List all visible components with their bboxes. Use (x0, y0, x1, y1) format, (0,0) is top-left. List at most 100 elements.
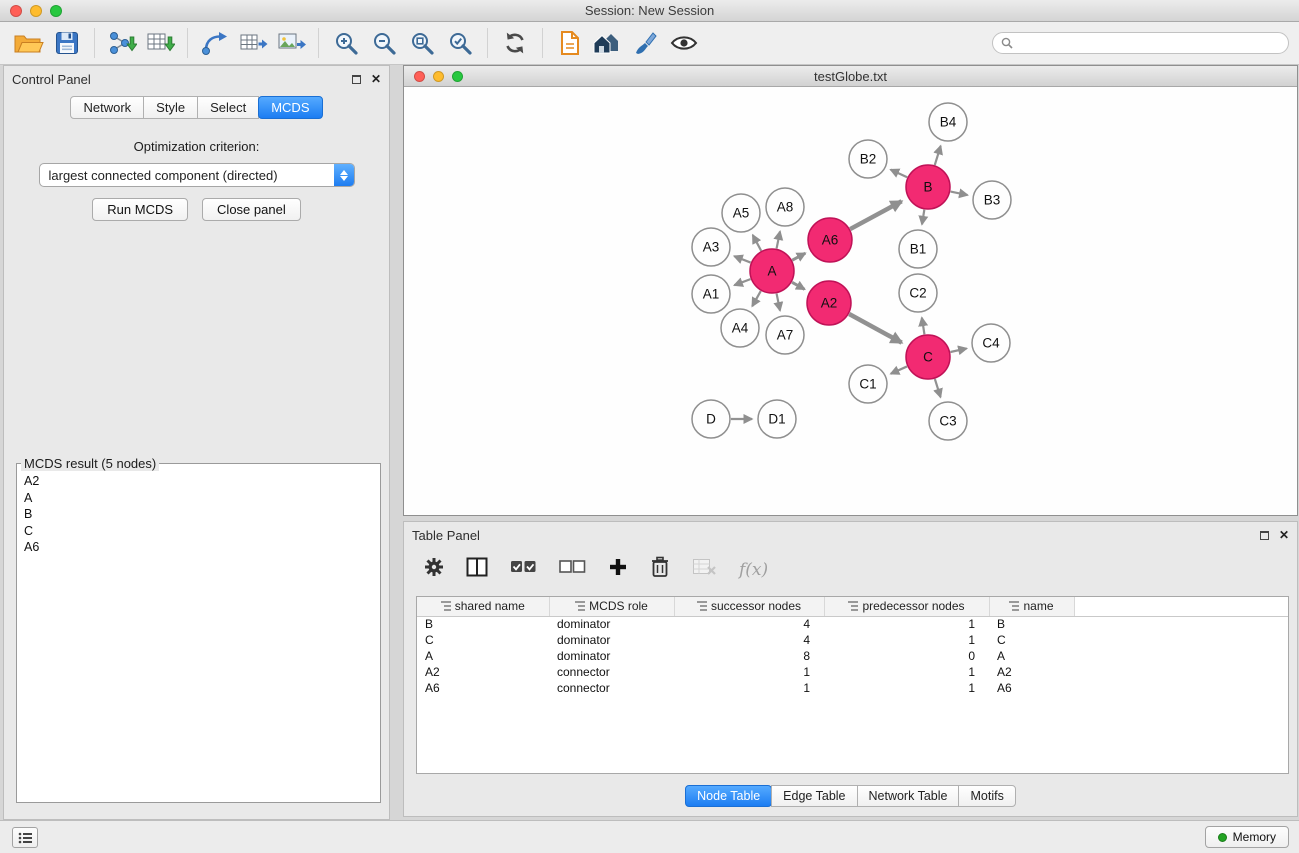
table-cell[interactable]: 1 (674, 664, 824, 680)
node-B[interactable]: B (906, 165, 950, 209)
edge-C-C1[interactable] (891, 366, 907, 373)
mcds-result-item[interactable]: A2 (17, 473, 380, 490)
refresh-view-button[interactable] (496, 26, 534, 60)
edge-C-C4[interactable] (950, 348, 966, 352)
node-D1[interactable]: D1 (758, 400, 796, 438)
run-mcds-button[interactable]: Run MCDS (92, 198, 188, 221)
table-cell[interactable]: A6 (417, 680, 549, 696)
close-window-button[interactable] (10, 5, 22, 17)
mcds-result-item[interactable]: C (17, 523, 380, 540)
table-cell[interactable]: 1 (824, 616, 989, 632)
column-header[interactable]: name (989, 597, 1074, 616)
export-table-button[interactable] (234, 26, 272, 60)
node-A5[interactable]: A5 (722, 194, 760, 232)
table-cell[interactable]: 4 (674, 632, 824, 648)
edge-A-A2[interactable] (792, 282, 805, 289)
edge-B-B1[interactable] (922, 210, 924, 225)
tab-style[interactable]: Style (143, 96, 198, 119)
table-row[interactable]: A2connector11A2 (417, 664, 1288, 680)
search-input[interactable] (1018, 36, 1280, 50)
deselect-all-button[interactable] (559, 558, 586, 581)
tab-node-table[interactable]: Node Table (685, 785, 772, 807)
table-cell[interactable]: 4 (674, 616, 824, 632)
node-A[interactable]: A (750, 249, 794, 293)
table-cell[interactable]: A2 (417, 664, 549, 680)
open-session-button[interactable] (10, 26, 48, 60)
zoom-window-button[interactable] (50, 5, 62, 17)
minimize-window-button[interactable] (30, 5, 42, 17)
node-C[interactable]: C (906, 335, 950, 379)
export-network-button[interactable] (196, 26, 234, 60)
table-cell[interactable]: 1 (824, 664, 989, 680)
zoom-selected-button[interactable] (441, 26, 479, 60)
import-network-button[interactable] (103, 26, 141, 60)
edge-C-C3[interactable] (935, 379, 941, 397)
table-cell[interactable]: A (989, 648, 1074, 664)
column-header[interactable]: successor nodes (674, 597, 824, 616)
edge-A-A7[interactable] (777, 294, 780, 311)
table-cell[interactable]: C (417, 632, 549, 648)
zoom-out-button[interactable] (365, 26, 403, 60)
tab-network-table[interactable]: Network Table (857, 785, 960, 807)
float-table-panel-icon[interactable] (1260, 531, 1269, 540)
tab-network[interactable]: Network (70, 96, 144, 119)
node-A8[interactable]: A8 (766, 188, 804, 226)
import-table-button[interactable] (141, 26, 179, 60)
edge-A-A5[interactable] (753, 235, 761, 251)
node-D[interactable]: D (692, 400, 730, 438)
show-hide-panel-button[interactable] (665, 26, 703, 60)
table-cell[interactable]: C (989, 632, 1074, 648)
edge-A-A1[interactable] (734, 279, 750, 285)
edge-B-B2[interactable] (891, 170, 908, 178)
tab-edge-table[interactable]: Edge Table (771, 785, 857, 807)
delete-button[interactable] (650, 556, 670, 583)
open-document-button[interactable] (551, 26, 589, 60)
node-B3[interactable]: B3 (973, 181, 1011, 219)
mcds-result-item[interactable]: A (17, 490, 380, 507)
table-cell[interactable]: A6 (989, 680, 1074, 696)
table-cell[interactable]: B (417, 616, 549, 632)
show-columns-button[interactable] (466, 557, 488, 582)
tab-select[interactable]: Select (197, 96, 259, 119)
edge-A2-C[interactable] (849, 314, 901, 343)
search-field[interactable] (992, 32, 1289, 54)
edge-B-B3[interactable] (951, 192, 968, 195)
function-builder-button[interactable]: f(x) (739, 560, 768, 580)
save-session-button[interactable] (48, 26, 86, 60)
table-row[interactable]: A6connector11A6 (417, 680, 1288, 696)
table-cell[interactable]: A (417, 648, 549, 664)
node-A6[interactable]: A6 (808, 218, 852, 262)
zoom-in-button[interactable] (327, 26, 365, 60)
tab-motifs[interactable]: Motifs (958, 785, 1015, 807)
table-cell[interactable]: B (989, 616, 1074, 632)
column-header[interactable]: shared name (417, 597, 549, 616)
mcds-result-item[interactable]: B (17, 506, 380, 523)
task-history-button[interactable] (12, 827, 38, 848)
close-table-panel-icon[interactable]: ✕ (1279, 529, 1289, 541)
close-panel-button[interactable]: Close panel (202, 198, 301, 221)
node-C3[interactable]: C3 (929, 402, 967, 440)
optimization-criterion-select[interactable]: largest connected component (directed) (39, 163, 355, 187)
table-cell[interactable]: A2 (989, 664, 1074, 680)
network-canvas[interactable]: B4B2BB3A5A8A6A3B1AA1C2A2A4A7C4CC1DD1C3 (404, 87, 1297, 515)
table-cell[interactable]: dominator (549, 648, 674, 664)
table-row[interactable]: Cdominator41C (417, 632, 1288, 648)
float-panel-icon[interactable] (352, 75, 361, 84)
edge-A-A3[interactable] (734, 256, 750, 262)
node-A7[interactable]: A7 (766, 316, 804, 354)
close-panel-icon[interactable]: ✕ (371, 73, 381, 85)
export-image-button[interactable] (272, 26, 310, 60)
table-row[interactable]: Bdominator41B (417, 616, 1288, 632)
table-cell[interactable]: 1 (824, 680, 989, 696)
node-B1[interactable]: B1 (899, 230, 937, 268)
memory-button[interactable]: Memory (1205, 826, 1289, 848)
mcds-result-item[interactable]: A6 (17, 539, 380, 556)
table-cell[interactable]: 0 (824, 648, 989, 664)
table-cell[interactable]: connector (549, 680, 674, 696)
add-button[interactable] (608, 557, 628, 582)
table-cell[interactable]: connector (549, 664, 674, 680)
edge-B-B4[interactable] (935, 146, 941, 165)
node-B4[interactable]: B4 (929, 103, 967, 141)
edge-A-A8[interactable] (777, 231, 780, 248)
table-cell[interactable]: 1 (824, 632, 989, 648)
